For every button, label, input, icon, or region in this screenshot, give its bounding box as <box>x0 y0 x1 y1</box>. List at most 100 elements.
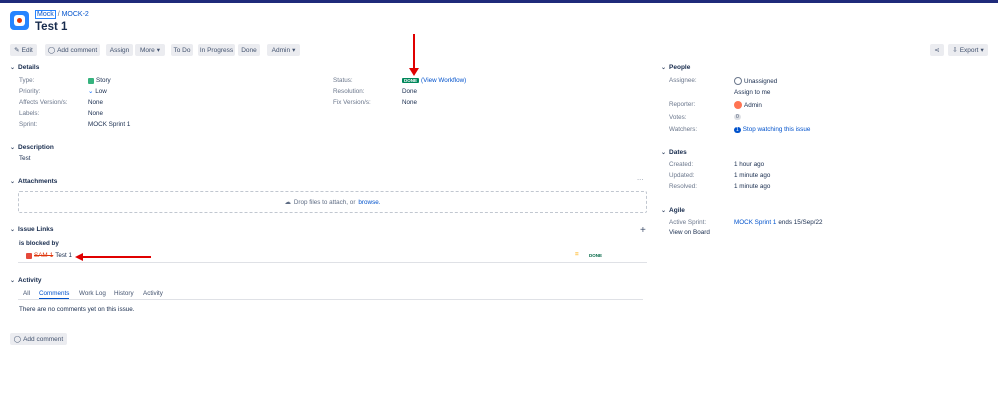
fix-version-label: Fix Version/s: <box>333 99 371 106</box>
reporter-label: Reporter: <box>669 101 696 108</box>
description-header[interactable]: ⌄ Description <box>10 144 54 151</box>
people-header[interactable]: ⌄ People <box>661 64 690 71</box>
votes-label: Votes: <box>669 114 687 121</box>
annotation-arrow-shaft <box>82 256 151 258</box>
annotation-arrow-head <box>409 68 419 76</box>
active-sprint-label: Active Sprint: <box>669 219 707 226</box>
add-comment-button[interactable]: ◯ Add comment <box>45 44 100 56</box>
type-value: Story <box>88 77 111 84</box>
issue-links-header[interactable]: ⌄ Issue Links <box>10 226 53 233</box>
priority-label: Priority: <box>19 88 41 95</box>
chevron-down-icon: ▾ <box>156 47 161 54</box>
no-comments-text: There are no comments yet on this issue. <box>19 306 135 313</box>
project-avatar[interactable] <box>10 11 29 30</box>
tab-comments[interactable]: Comments <box>39 290 70 299</box>
watchers-count: 1 <box>734 126 741 133</box>
cloud-upload-icon: ☁ <box>284 198 291 206</box>
assignee-label: Assignee: <box>669 77 697 84</box>
resolution-value: Done <box>402 88 418 95</box>
status-label: Status: <box>333 77 353 84</box>
chevron-down-icon: ⌄ <box>661 65 667 71</box>
tab-all[interactable]: All <box>23 290 30 297</box>
export-icon: ⇩ <box>952 47 958 54</box>
linked-issue-status: DONE <box>589 253 603 258</box>
linked-issue-key[interactable]: SAM-1 <box>34 252 53 259</box>
add-comment-bottom-button[interactable]: ◯ Add comment <box>10 333 67 345</box>
active-sprint-link[interactable]: MOCK Sprint 1 <box>734 219 776 226</box>
in-progress-button[interactable]: In Progress <box>198 44 235 56</box>
assignee-value: Unassigned <box>734 77 777 85</box>
resolved-label: Resolved: <box>669 183 698 190</box>
chevron-down-icon: ⌄ <box>10 179 16 185</box>
divider <box>18 262 647 263</box>
browse-link[interactable]: browse. <box>358 199 380 206</box>
details-header[interactable]: ⌄ Details <box>10 64 39 71</box>
activity-header[interactable]: ⌄ Activity <box>10 277 42 284</box>
attachments-more-button[interactable]: ··· <box>637 176 643 183</box>
breadcrumb-issue-key[interactable]: MOCK-2 <box>62 11 89 18</box>
edit-button[interactable]: ✎ Edit <box>10 44 37 56</box>
active-sprint-value: MOCK Sprint 1 ends 15/Sep/22 <box>734 219 823 226</box>
story-icon <box>88 77 94 84</box>
share-button[interactable]: ⋖ <box>930 44 944 56</box>
chevron-down-icon: ▾ <box>292 47 296 54</box>
resolved-value: 1 minute ago <box>734 183 771 190</box>
link-relation: is blocked by <box>19 240 59 247</box>
unassigned-avatar-icon <box>734 77 742 85</box>
bug-icon <box>26 252 32 259</box>
type-label: Type: <box>19 77 35 84</box>
updated-label: Updated: <box>669 172 695 179</box>
add-link-button[interactable]: + <box>640 225 646 236</box>
attachment-dropzone[interactable]: ☁ Drop files to attach, or browse. <box>18 191 647 213</box>
updated-value: 1 minute ago <box>734 172 771 179</box>
chevron-down-icon: ⌄ <box>661 150 667 156</box>
annotation-arrow-shaft <box>413 34 415 70</box>
linked-issue-title[interactable]: Test 1 <box>55 252 72 259</box>
dates-header[interactable]: ⌄ Dates <box>661 149 687 156</box>
sprint-label: Sprint: <box>19 121 38 128</box>
chevron-down-icon: ⌄ <box>661 208 667 214</box>
view-on-board-link[interactable]: View on Board <box>669 229 710 236</box>
tab-activity[interactable]: Activity <box>143 290 163 297</box>
comment-icon: ◯ <box>13 336 22 343</box>
breadcrumb-project[interactable]: Mock <box>35 10 56 19</box>
to-do-button[interactable]: To Do <box>171 44 193 56</box>
assign-to-me-link[interactable]: Assign to me <box>734 89 770 96</box>
linked-issue-row[interactable]: SAM-1 Test 1 <box>26 252 72 259</box>
view-workflow-link[interactable]: (View Workflow) <box>421 77 466 84</box>
chevron-down-icon: ⌄ <box>10 227 16 233</box>
chevron-down-icon: ⌄ <box>10 145 16 151</box>
comment-icon: ◯ <box>47 47 56 54</box>
chevron-down-icon: ⌄ <box>10 278 16 284</box>
labels-value: None <box>88 110 104 117</box>
linked-issue-priority-icon: = <box>575 251 579 258</box>
more-button[interactable]: More ▾ <box>135 44 165 56</box>
tab-history[interactable]: History <box>114 290 134 297</box>
affects-version-label: Affects Version/s: <box>19 99 68 106</box>
priority-low-icon: ⌄ <box>88 88 94 95</box>
tabs-divider <box>18 299 643 300</box>
breadcrumb: Mock / MOCK-2 <box>35 10 89 19</box>
top-bar <box>0 0 998 3</box>
chevron-down-icon: ⌄ <box>10 65 16 71</box>
stop-watching-link[interactable]: Stop watching this issue <box>743 126 811 133</box>
tab-work-log[interactable]: Work Log <box>79 290 106 297</box>
votes-value[interactable]: 0 <box>734 114 741 120</box>
sprint-value: MOCK Sprint 1 <box>88 121 131 128</box>
admin-button[interactable]: Admin ▾ <box>267 44 300 56</box>
fix-version-value: None <box>402 99 418 106</box>
export-button[interactable]: ⇩ Export ▾ <box>948 44 988 56</box>
status-lozenge: DONE <box>402 78 420 83</box>
description-text[interactable]: Test <box>19 155 31 162</box>
assign-button[interactable]: Assign <box>106 44 133 56</box>
attachments-header[interactable]: ⌄ Attachments <box>10 178 57 185</box>
created-value: 1 hour ago <box>734 161 765 168</box>
done-button[interactable]: Done <box>238 44 260 56</box>
watchers-value: 1 Stop watching this issue <box>734 126 810 133</box>
affects-version-value: None <box>88 99 104 106</box>
admin-avatar <box>734 101 742 109</box>
agile-header[interactable]: ⌄ Agile <box>661 207 685 214</box>
status-value: DONE (View Workflow) <box>402 77 466 84</box>
issue-title[interactable]: Test 1 <box>35 21 67 33</box>
share-icon: ⋖ <box>934 47 940 54</box>
